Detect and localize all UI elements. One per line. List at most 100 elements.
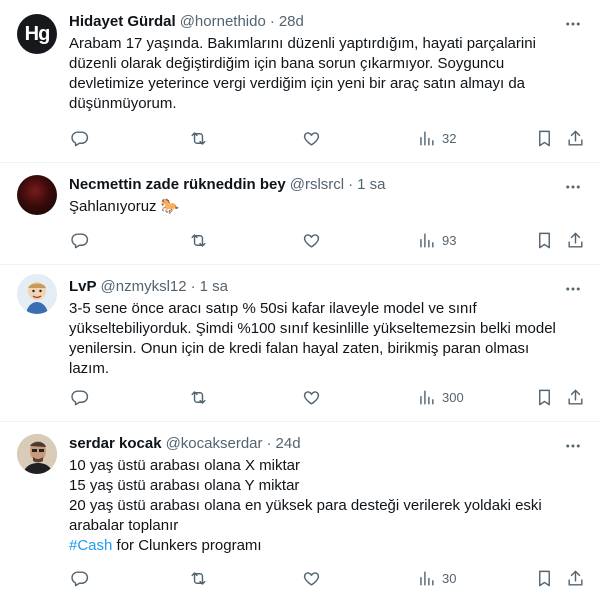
timestamp[interactable]: 1 sa bbox=[357, 175, 385, 195]
tweet-text: 10 yaş üstü arabası olana X miktar 15 ya… bbox=[69, 456, 585, 556]
retweet-icon bbox=[191, 572, 206, 585]
separator-dot: · bbox=[266, 435, 272, 452]
tweet-header: serdar kocak @kocakserdar · 24d bbox=[69, 434, 585, 454]
author-name[interactable]: LvP bbox=[69, 277, 97, 297]
views-count: 300 bbox=[442, 390, 464, 405]
like-icon bbox=[303, 132, 320, 146]
tweet-feed: Hg Hidayet Gürdal @hornethido · 28d Arab… bbox=[0, 0, 601, 587]
tweet[interactable]: LvP @nzmyksl12 · 1 sa 3-5 sene önce arac… bbox=[0, 265, 601, 422]
like-icon bbox=[303, 391, 320, 405]
tweet[interactable]: serdar kocak @kocakserdar · 24d 10 yaş ü… bbox=[0, 422, 601, 587]
avatar[interactable] bbox=[17, 434, 57, 474]
text-fragment: for Clunkers programı bbox=[112, 537, 262, 554]
reply-icon bbox=[71, 131, 89, 147]
timestamp[interactable]: 1 sa bbox=[200, 277, 228, 297]
more-options-button[interactable] bbox=[563, 177, 583, 197]
timestamp[interactable]: 24d bbox=[276, 434, 301, 454]
avatar-cartoon-image bbox=[17, 274, 57, 314]
views-icon bbox=[420, 571, 434, 586]
reply-icon bbox=[71, 233, 89, 249]
tweet[interactable]: Hg Hidayet Gürdal @hornethido · 28d Arab… bbox=[0, 0, 601, 163]
tweet[interactable]: Necmettin zade rükneddin bey @rslsrcl · … bbox=[0, 163, 601, 265]
text-line: 20 yaş üstü arabası olana en yüksek para… bbox=[69, 497, 542, 514]
share-button[interactable] bbox=[566, 231, 585, 250]
more-icon bbox=[566, 185, 580, 189]
views-icon bbox=[420, 131, 434, 146]
more-icon bbox=[566, 287, 580, 291]
avatar[interactable] bbox=[17, 274, 57, 314]
bookmark-button[interactable] bbox=[535, 388, 554, 407]
views-button[interactable]: 93 bbox=[417, 231, 456, 250]
text-line: lazım. bbox=[69, 360, 110, 377]
share-button[interactable] bbox=[566, 129, 585, 148]
author-handle[interactable]: @rslsrcl bbox=[290, 175, 344, 195]
more-options-button[interactable] bbox=[563, 14, 583, 34]
separator-dot: · bbox=[190, 278, 196, 295]
text-line: arabalar toplanır bbox=[69, 517, 179, 534]
retweet-button[interactable] bbox=[189, 388, 208, 407]
hashtag-link[interactable]: #Cash bbox=[69, 537, 112, 554]
retweet-button[interactable] bbox=[189, 129, 208, 148]
author-name[interactable]: Necmettin zade rükneddin bey bbox=[69, 175, 286, 195]
retweet-button[interactable] bbox=[189, 569, 208, 588]
tweet-actions: 93 bbox=[0, 224, 601, 258]
bookmark-button[interactable] bbox=[535, 569, 554, 588]
like-icon bbox=[303, 572, 320, 586]
like-icon bbox=[303, 234, 320, 248]
share-icon bbox=[568, 389, 583, 405]
share-button[interactable] bbox=[566, 388, 585, 407]
views-button[interactable]: 300 bbox=[417, 388, 464, 407]
author-name[interactable]: Hidayet Gürdal bbox=[69, 12, 176, 32]
tweet-text: 3-5 sene önce aracı satıp % 50si kafar i… bbox=[69, 299, 585, 379]
author-name[interactable]: serdar kocak bbox=[69, 434, 162, 454]
reply-button[interactable] bbox=[70, 388, 89, 407]
text-line: #Cash for Clunkers programı bbox=[69, 536, 585, 556]
avatar-photo-image bbox=[17, 434, 57, 474]
tweet-text: Şahlanıyoruz 🐎 bbox=[69, 197, 585, 217]
text-line: yenilersin. Onun için de kredi falan hay… bbox=[69, 340, 530, 357]
views-icon bbox=[420, 390, 434, 405]
bookmark-icon bbox=[539, 570, 550, 587]
reply-button[interactable] bbox=[70, 231, 89, 250]
share-icon bbox=[568, 130, 583, 146]
timestamp[interactable]: 28d bbox=[279, 12, 304, 32]
avatar[interactable] bbox=[17, 175, 57, 215]
like-button[interactable] bbox=[302, 129, 321, 148]
more-icon bbox=[566, 22, 580, 26]
views-icon bbox=[420, 233, 434, 248]
author-handle[interactable]: @hornethido bbox=[180, 12, 266, 32]
more-options-button[interactable] bbox=[563, 279, 583, 299]
bookmark-icon bbox=[539, 130, 550, 147]
reply-button[interactable] bbox=[70, 129, 89, 148]
retweet-icon bbox=[191, 234, 206, 247]
reply-button[interactable] bbox=[70, 569, 89, 588]
tweet-header: Hidayet Gürdal @hornethido · 28d bbox=[69, 12, 585, 32]
share-icon bbox=[568, 232, 583, 248]
views-count: 93 bbox=[442, 233, 457, 248]
more-options-button[interactable] bbox=[563, 436, 583, 456]
bookmark-icon bbox=[539, 389, 550, 406]
separator-dot: · bbox=[269, 13, 275, 30]
separator-dot: · bbox=[348, 176, 354, 193]
like-button[interactable] bbox=[302, 231, 321, 250]
retweet-icon bbox=[191, 391, 206, 404]
tweet-actions: 300 bbox=[0, 381, 601, 415]
views-button[interactable]: 30 bbox=[417, 569, 456, 588]
author-handle[interactable]: @kocakserdar bbox=[166, 434, 263, 454]
share-button[interactable] bbox=[566, 569, 585, 588]
views-count: 32 bbox=[442, 131, 457, 146]
bookmark-button[interactable] bbox=[535, 129, 554, 148]
like-button[interactable] bbox=[302, 569, 321, 588]
author-handle[interactable]: @nzmyksl12 bbox=[101, 277, 187, 297]
reply-icon bbox=[71, 390, 89, 406]
reply-icon bbox=[71, 571, 89, 587]
views-button[interactable]: 32 bbox=[417, 129, 456, 148]
bookmark-icon bbox=[539, 232, 550, 249]
text-line: düşünmüyorum. bbox=[69, 95, 177, 112]
bookmark-button[interactable] bbox=[535, 231, 554, 250]
text-line: 3-5 sene önce aracı satıp % 50si kafar i… bbox=[69, 300, 477, 317]
like-button[interactable] bbox=[302, 388, 321, 407]
avatar[interactable]: Hg bbox=[17, 14, 57, 54]
retweet-button[interactable] bbox=[189, 231, 208, 250]
text-line: 10 yaş üstü arabası olana X miktar bbox=[69, 457, 300, 474]
